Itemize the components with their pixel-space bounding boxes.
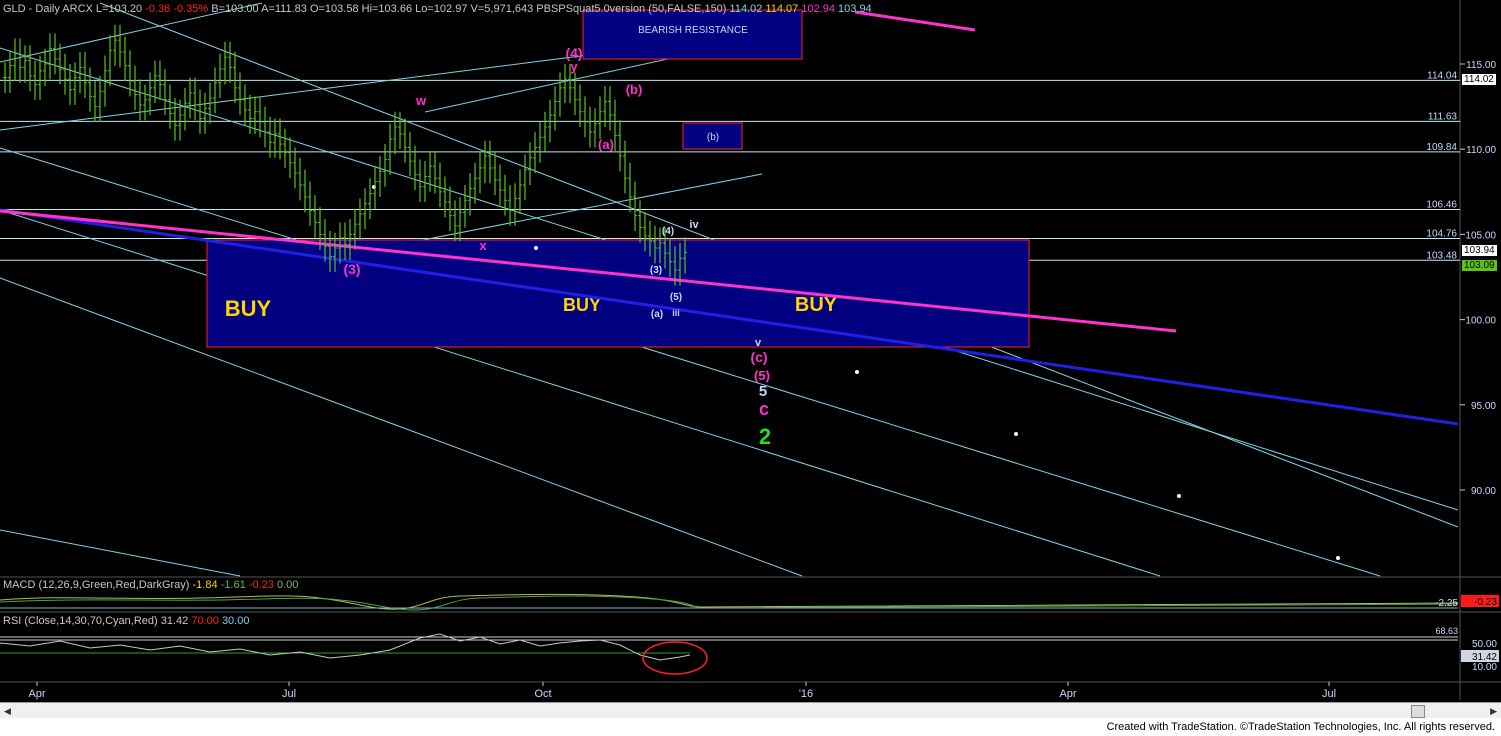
price-tick-label: 100.00 — [1465, 316, 1496, 327]
volume-value: V=5,971,643 — [470, 3, 534, 15]
level-label: 111.63 — [1428, 111, 1458, 122]
change-percent: -0.35% — [173, 3, 209, 15]
macd-value-2: -1.61 — [220, 579, 246, 591]
macd-value-4: 0.00 — [276, 579, 299, 591]
footer: Created with TradeStation. ©TradeStation… — [0, 718, 1501, 736]
high-price: Hi=103.66 — [361, 3, 413, 15]
wave-label: (5) — [754, 368, 770, 383]
rsi-value-3: 30.00 — [221, 615, 250, 627]
wave-label: v — [755, 337, 762, 349]
exchange-label: ARCX — [62, 3, 93, 15]
macd-header: MACD (12,26,9,Green,Red,DarkGray) -1.84 … — [3, 579, 298, 591]
footer-credit: Created with TradeStation. ©TradeStation… — [1106, 721, 1495, 733]
indicator-value-4: 103.94 — [838, 3, 872, 15]
wave-label: (4) — [662, 226, 674, 237]
b-zone-label: (b) — [707, 132, 719, 143]
wave-label: x — [479, 238, 487, 253]
wave-label: (3) — [650, 265, 662, 276]
macd-axis-label: -2.25 — [1435, 598, 1458, 609]
symbol-label: GLD - Daily — [3, 3, 60, 15]
indicator-value-1: 114.02 — [729, 3, 763, 15]
bid-price: B=103.00 — [211, 3, 259, 15]
buy-label-1: BUY — [225, 296, 272, 321]
wave-label: w — [415, 93, 427, 108]
open-price: O=103.58 — [309, 3, 359, 15]
rsi-axis-label-4: 10.00 — [1472, 662, 1497, 673]
time-scrollbar[interactable]: ◀ ▶ — [0, 702, 1501, 719]
macd-value-1: -1.84 — [192, 579, 218, 591]
axis-price-box: 103.94 — [1462, 245, 1497, 257]
axis-price-box: 114.02 — [1462, 73, 1496, 85]
wave-label: y — [570, 59, 578, 74]
price-tick-label: 105.00 — [1465, 230, 1496, 241]
bearish-resistance-label: BEARISH RESISTANCE — [638, 25, 748, 36]
projection-dot — [1177, 494, 1181, 498]
wave-label: 5 — [759, 383, 767, 400]
wave-label: (5) — [670, 292, 682, 303]
ask-price: A=111.83 — [261, 3, 307, 15]
rsi-value-2: 70.00 — [191, 615, 219, 627]
projection-dot — [1014, 432, 1018, 436]
wave-label: (3) — [343, 261, 360, 277]
wave-label: (b) — [626, 82, 643, 97]
price-tick-label: 115.00 — [1466, 60, 1496, 71]
rsi-header: RSI (Close,14,30,70,Cyan,Red) 31.42 70.0… — [3, 615, 249, 627]
indicator-name: PBSPSquat5.0version (50,FALSE,150) — [536, 3, 727, 15]
axis-price-box: 103.09 — [1462, 259, 1497, 271]
rsi-axis-label-1: 68.63 — [1435, 626, 1458, 636]
rsi-title: RSI (Close,14,30,70,Cyan,Red) — [3, 615, 158, 627]
macd-value-label: -0.23 — [1474, 597, 1497, 608]
wave-label: (a) — [598, 137, 614, 152]
time-tick-label: Apr — [28, 688, 45, 700]
wave-label: (a) — [651, 309, 663, 320]
change-value: -0.36 — [145, 3, 171, 15]
low-price: Lo=102.97 — [415, 3, 468, 15]
indicator-value-2: 114.07 — [765, 3, 799, 15]
time-tick-label: Apr — [1059, 688, 1076, 700]
projection-dot — [1336, 556, 1340, 560]
wave-label: c — [759, 399, 769, 419]
rsi-value-1: 31.42 — [160, 615, 189, 627]
price-tick-label: 90.00 — [1471, 486, 1496, 497]
level-label: 114.04 — [1427, 70, 1457, 81]
macd-title: MACD (12,26,9,Green,Red,DarkGray) — [3, 579, 190, 591]
price-header: GLD - Daily ARCX L=103.20 -0.36 -0.35% B… — [3, 3, 872, 15]
level-label: 109.84 — [1426, 142, 1457, 153]
level-label: 106.46 — [1426, 200, 1457, 211]
time-tick-label: '16 — [799, 688, 813, 700]
wave-label: 2 — [759, 424, 771, 449]
time-tick-label: Jul — [282, 688, 296, 700]
last-price: L=103.20 — [95, 3, 143, 15]
macd-value-3: -0.23 — [248, 579, 274, 591]
indicator-value-3: 102.94 — [801, 3, 835, 15]
level-label: 104.76 — [1426, 228, 1457, 239]
level-label: 103.48 — [1426, 250, 1457, 261]
wave-label: (c) — [750, 349, 767, 365]
time-tick-label: Oct — [534, 688, 551, 700]
projection-dot — [855, 370, 859, 374]
scroll-right-arrow-icon[interactable]: ▶ — [1490, 706, 1497, 717]
wave-label: iv — [689, 219, 699, 231]
price-tick-label: 110.00 — [1466, 145, 1496, 156]
price-tick-label: 95.00 — [1471, 401, 1496, 412]
time-tick-label: Jul — [1322, 688, 1336, 700]
scroll-thumb[interactable] — [1411, 705, 1425, 718]
scroll-left-arrow-icon[interactable]: ◀ — [4, 706, 11, 717]
rsi-axis-label-2: 50.00 — [1472, 639, 1497, 650]
projection-dot — [534, 246, 538, 250]
wave-label: iii — [672, 308, 680, 318]
